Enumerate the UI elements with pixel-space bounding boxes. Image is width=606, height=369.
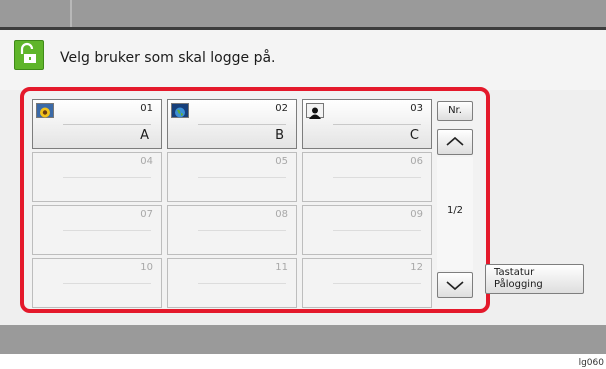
bottom-bar xyxy=(0,325,606,354)
number-sort-button[interactable]: Nr. xyxy=(437,101,473,121)
page-title: Velg bruker som skal logge på. xyxy=(60,50,276,66)
user-tile-08[interactable]: 08 xyxy=(167,205,297,255)
tile-number: 10 xyxy=(140,262,153,273)
chevron-down-icon xyxy=(446,281,464,291)
top-status-bar xyxy=(0,0,606,30)
user-tile-05[interactable]: 05 xyxy=(167,152,297,202)
tile-number: 06 xyxy=(410,156,423,167)
user-tile-04[interactable]: 04 xyxy=(32,152,162,202)
tile-user-name: A xyxy=(140,128,149,143)
keyboard-login-button[interactable]: Tastatur Pålogging xyxy=(485,264,584,294)
keyboard-login-label-line2: Pålogging xyxy=(494,279,543,290)
tile-number: 02 xyxy=(275,103,288,114)
user-tile-12[interactable]: 12 xyxy=(302,258,432,308)
tile-number: 05 xyxy=(275,156,288,167)
page-indicator: 1/2 xyxy=(446,205,464,216)
page-up-button[interactable] xyxy=(437,129,473,155)
sunflower-avatar-icon xyxy=(36,103,54,118)
tile-number: 07 xyxy=(140,209,153,220)
unlock-icon xyxy=(14,40,44,70)
page-down-button[interactable] xyxy=(437,272,473,298)
user-tile-11[interactable]: 11 xyxy=(167,258,297,308)
globe-avatar-icon xyxy=(171,103,189,118)
user-tile-01[interactable]: 01 A xyxy=(32,99,162,149)
tile-number: 04 xyxy=(140,156,153,167)
screen: Velg bruker som skal logge på. 01 A 02 B… xyxy=(0,0,606,354)
image-id-label: lg060 xyxy=(578,358,604,368)
chevron-up-icon xyxy=(446,136,464,146)
user-tile-09[interactable]: 09 xyxy=(302,205,432,255)
tile-number: 09 xyxy=(410,209,423,220)
tile-number: 11 xyxy=(275,262,288,273)
person-silhouette-avatar-icon xyxy=(306,103,324,119)
user-tile-06[interactable]: 06 xyxy=(302,152,432,202)
tile-number: 03 xyxy=(410,103,423,114)
keyboard-login-label-line1: Tastatur xyxy=(494,267,535,278)
user-tile-07[interactable]: 07 xyxy=(32,205,162,255)
tile-number: 01 xyxy=(140,103,153,114)
tile-number: 08 xyxy=(275,209,288,220)
tile-user-name: C xyxy=(409,128,419,143)
tile-user-name: B xyxy=(275,128,284,143)
user-tile-02[interactable]: 02 B xyxy=(167,99,297,149)
user-tile-03[interactable]: 03 C xyxy=(302,99,432,149)
user-tile-10[interactable]: 10 xyxy=(32,258,162,308)
tile-number: 12 xyxy=(410,262,423,273)
